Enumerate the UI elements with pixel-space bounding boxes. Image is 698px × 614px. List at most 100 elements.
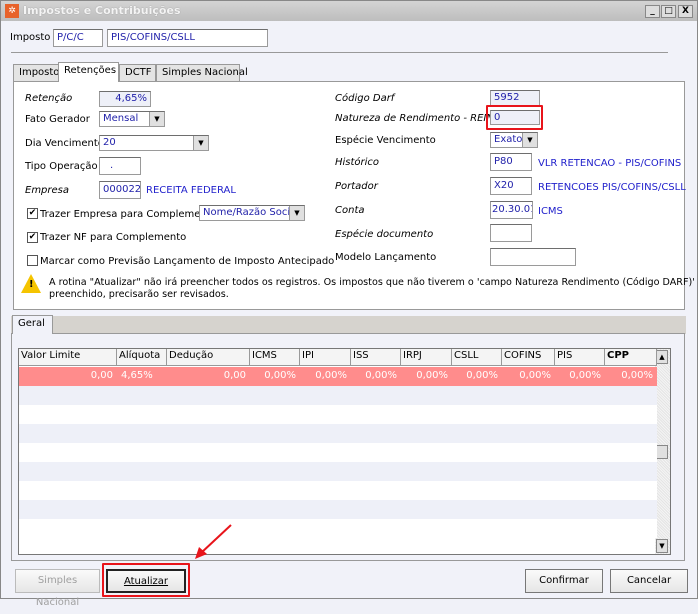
portador-input[interactable]: X20	[490, 177, 532, 195]
chevron-down-icon[interactable]: ▼	[149, 112, 164, 126]
table-row-empty[interactable]	[19, 443, 657, 462]
column-header[interactable]: IRPJ	[401, 349, 452, 366]
table-row-empty[interactable]	[19, 519, 657, 538]
geral-tabbar	[11, 316, 686, 334]
scroll-up-icon[interactable]: ▲	[656, 350, 668, 364]
previsao-label: Marcar como Previsão Lançamento de Impos…	[40, 256, 335, 267]
empresa-name: RECEITA FEDERAL	[146, 185, 236, 196]
trazer-nf-checkbox[interactable]: ✔	[27, 232, 38, 243]
table-row-empty[interactable]	[19, 481, 657, 500]
historico-label: Histórico	[335, 157, 380, 168]
table-cell: 0,00%	[315, 370, 347, 381]
imposto-name-input[interactable]: PIS/COFINS/CSLL	[107, 29, 268, 47]
imposto-label: Imposto	[10, 32, 51, 43]
conta-desc: ICMS	[538, 206, 563, 217]
tipo-operacao-input[interactable]: .	[99, 157, 141, 175]
column-header[interactable]: Dedução	[167, 349, 250, 366]
column-header[interactable]: ICMS	[250, 349, 300, 366]
confirmar-button[interactable]: Confirmar	[525, 569, 603, 593]
fato-gerador-label: Fato Gerador	[25, 114, 90, 125]
complemento-value: Nome/Razão Social	[203, 207, 300, 218]
column-header[interactable]: CPP	[605, 349, 657, 366]
chevron-down-icon[interactable]: ▼	[289, 206, 304, 220]
tab-geral[interactable]: Geral	[12, 315, 53, 334]
title-bar: ✲ Impostos e Contribuições _ □ X	[1, 1, 697, 21]
cancelar-button[interactable]: Cancelar	[610, 569, 688, 593]
column-header[interactable]: ISS	[351, 349, 401, 366]
natureza-highlight-box	[486, 105, 543, 130]
column-header[interactable]: IPI	[300, 349, 351, 366]
conta-input[interactable]: 20.30.01	[490, 201, 533, 219]
atualizar-highlight-box	[102, 563, 190, 597]
table-cell: 0,00%	[264, 370, 296, 381]
previsao-checkbox[interactable]	[27, 255, 38, 266]
table-cell: 0,00%	[466, 370, 498, 381]
table-cell: 0,00%	[416, 370, 448, 381]
trazer-nf-label: Trazer NF para Complemento	[40, 232, 187, 243]
table-cell: 0,00	[90, 370, 113, 381]
table-cell: 0,00%	[519, 370, 551, 381]
retencao-label: Retenção	[25, 93, 73, 104]
close-button[interactable]: X	[678, 5, 693, 18]
minimize-button[interactable]: _	[645, 5, 660, 18]
column-header[interactable]: PIS	[555, 349, 605, 366]
trazer-empresa-checkbox[interactable]: ✔	[27, 208, 38, 219]
fato-gerador-select[interactable]: Mensal ▼	[99, 111, 165, 127]
table-row-empty[interactable]	[19, 462, 657, 481]
maximize-button[interactable]: □	[661, 5, 676, 18]
especie-vencimento-label: Espécie Vencimento	[335, 135, 436, 146]
especie-vencimento-select[interactable]: Exato ▼	[490, 132, 538, 148]
window: ✲ Impostos e Contribuições _ □ X Imposto…	[0, 0, 698, 608]
warning-line-2: preenchido, precisarão ser revisados.	[49, 289, 229, 300]
app-icon: ✲	[5, 4, 19, 18]
table-cell: 0,00%	[569, 370, 601, 381]
chevron-down-icon[interactable]: ▼	[522, 133, 537, 147]
empresa-label: Empresa	[25, 185, 70, 196]
trazer-empresa-label: Trazer Empresa para Complemento	[40, 209, 217, 220]
table-row-empty[interactable]	[19, 424, 657, 443]
dia-vencimento-select[interactable]: 20 ▼	[99, 135, 209, 151]
modelo-lancamento-input[interactable]	[490, 248, 576, 266]
column-header[interactable]: CSLL	[452, 349, 502, 366]
scroll-thumb[interactable]	[656, 445, 668, 459]
grid-scrollbar[interactable]: ▲ ▼	[655, 349, 670, 554]
column-header[interactable]: Valor Limite	[19, 349, 117, 366]
natureza-label: Natureza de Rendimento - REINF	[335, 113, 500, 124]
window-title: Impostos e Contribuições	[23, 4, 181, 17]
warning-line-1: A rotina "Atualizar" não irá preencher t…	[49, 277, 695, 288]
historico-input[interactable]: P80	[490, 153, 532, 171]
portador-desc: RETENCOES PIS/COFINS/CSLL	[538, 182, 686, 193]
fato-gerador-value: Mensal	[103, 113, 139, 124]
chevron-down-icon[interactable]: ▼	[193, 136, 208, 150]
tab-dctf[interactable]: DCTF	[119, 64, 156, 81]
modelo-lancamento-label: Modelo Lançamento	[335, 252, 437, 263]
column-header[interactable]: COFINS	[502, 349, 555, 366]
table-cell: 0,00%	[365, 370, 397, 381]
empresa-code-input[interactable]: 000022	[99, 181, 141, 199]
simples-nacional-button[interactable]: Simples Nacional	[15, 569, 100, 608]
portador-label: Portador	[335, 181, 378, 192]
table-row-empty[interactable]	[19, 386, 657, 405]
table-cell: 0,00%	[621, 370, 653, 381]
imposto-code-input[interactable]: P/C/C	[53, 29, 103, 47]
table-row-empty[interactable]	[19, 405, 657, 424]
conta-label: Conta	[335, 205, 365, 216]
retencao-input[interactable]: 4,65%	[99, 91, 151, 107]
table-cell: 0,00	[223, 370, 246, 381]
codigo-darf-input[interactable]: 5952	[490, 90, 540, 106]
geral-grid: ▲ ▼ Valor Limite Alíquota Dedução ICMS IPI IS…	[18, 348, 671, 555]
especie-documento-input[interactable]	[490, 224, 532, 242]
column-header[interactable]: Alíquota	[117, 349, 167, 366]
scroll-down-icon[interactable]: ▼	[656, 539, 668, 553]
dia-vencimento-value: 20	[103, 137, 116, 148]
table-row-empty[interactable]	[19, 500, 657, 519]
tab-retencoes[interactable]: Retenções	[58, 62, 119, 82]
tipo-operacao-label: Tipo Operação	[25, 161, 98, 172]
especie-vencimento-value: Exato	[494, 134, 523, 145]
separator	[11, 52, 668, 53]
tab-imposto[interactable]: Imposto	[13, 64, 59, 81]
complemento-select[interactable]: Nome/Razão Social ▼	[199, 205, 305, 221]
historico-desc: VLR RETENCAO - PIS/COFINS/CS	[538, 158, 681, 169]
tab-simples-nacional[interactable]: Simples Nacional	[156, 64, 248, 81]
annotation-arrow-icon	[195, 524, 232, 559]
